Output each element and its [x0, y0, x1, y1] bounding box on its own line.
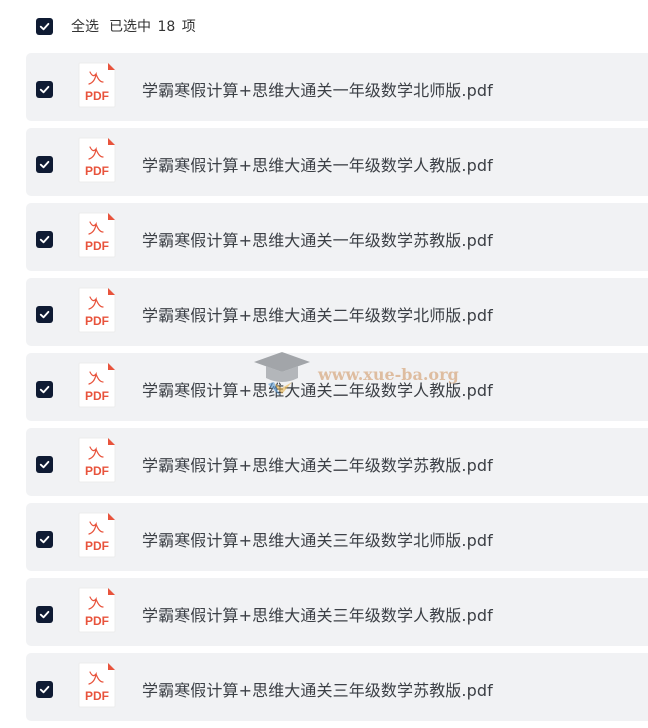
file-checkbox[interactable]	[36, 606, 53, 623]
pdf-icon-label: PDF	[85, 314, 109, 328]
checkmark-icon	[39, 85, 50, 94]
pdf-icon-label: PDF	[85, 614, 109, 628]
pdf-icon-label: PDF	[85, 89, 109, 103]
selection-header: 全选 已选中 18 项	[0, 0, 648, 50]
file-name: 学霸寒假计算+思维大通关二年级数学北师版.pdf	[142, 306, 493, 325]
pdf-icon-wrapper: PDF	[77, 362, 117, 408]
selected-prefix: 已选中	[109, 19, 151, 35]
file-checkbox[interactable]	[36, 381, 53, 398]
checkmark-icon	[39, 385, 50, 394]
pdf-icon-wrapper: PDF	[77, 587, 117, 633]
file-row[interactable]: PDF 学霸寒假计算+思维大通关一年级数学北师版.pdf	[26, 53, 648, 121]
checkmark-icon	[39, 22, 50, 31]
file-row[interactable]: PDF 学霸寒假计算+思维大通关三年级数学人教版.pdf	[26, 578, 648, 646]
pdf-file-icon: PDF	[78, 362, 116, 408]
selected-count: 18	[157, 19, 176, 35]
file-row[interactable]: PDF 学霸寒假计算+思维大通关二年级数学北师版.pdf	[26, 278, 648, 346]
file-checkbox[interactable]	[36, 231, 53, 248]
file-name: 学霸寒假计算+思维大通关一年级数学人教版.pdf	[142, 156, 493, 175]
file-row[interactable]: PDF 学霸寒假计算+思维大通关二年级数学人教版.pdf	[26, 353, 648, 421]
file-row[interactable]: PDF 学霸寒假计算+思维大通关一年级数学苏教版.pdf	[26, 203, 648, 271]
checkmark-icon	[39, 685, 50, 694]
pdf-icon-label: PDF	[85, 239, 109, 253]
pdf-file-icon: PDF	[78, 137, 116, 183]
pdf-file-icon: PDF	[78, 437, 116, 483]
checkmark-icon	[39, 535, 50, 544]
pdf-icon-wrapper: PDF	[77, 62, 117, 108]
pdf-icon-label: PDF	[85, 389, 109, 403]
selected-suffix: 项	[181, 19, 196, 35]
pdf-icon-wrapper: PDF	[77, 437, 117, 483]
file-name: 学霸寒假计算+思维大通关一年级数学苏教版.pdf	[142, 231, 493, 250]
pdf-file-icon: PDF	[78, 62, 116, 108]
pdf-icon-wrapper: PDF	[77, 662, 117, 708]
pdf-icon-label: PDF	[85, 689, 109, 703]
file-name: 学霸寒假计算+思维大通关二年级数学人教版.pdf	[142, 381, 493, 400]
file-row[interactable]: PDF 学霸寒假计算+思维大通关二年级数学苏教版.pdf	[26, 428, 648, 496]
checkmark-icon	[39, 310, 50, 319]
select-all-label[interactable]: 全选	[71, 16, 99, 36]
pdf-file-icon: PDF	[78, 587, 116, 633]
file-name: 学霸寒假计算+思维大通关二年级数学苏教版.pdf	[142, 456, 493, 475]
file-checkbox[interactable]	[36, 681, 53, 698]
checkmark-icon	[39, 460, 50, 469]
file-checkbox[interactable]	[36, 156, 53, 173]
file-name: 学霸寒假计算+思维大通关一年级数学北师版.pdf	[142, 81, 493, 100]
file-row[interactable]: PDF 学霸寒假计算+思维大通关三年级数学北师版.pdf	[26, 503, 648, 571]
pdf-icon-label: PDF	[85, 539, 109, 553]
pdf-icon-wrapper: PDF	[77, 287, 117, 333]
file-list: PDF 学霸寒假计算+思维大通关一年级数学北师版.pdf PDF 学霸寒假计算+…	[26, 53, 648, 728]
file-checkbox[interactable]	[36, 531, 53, 548]
file-name: 学霸寒假计算+思维大通关三年级数学苏教版.pdf	[142, 681, 493, 700]
checkmark-icon	[39, 610, 50, 619]
pdf-icon-wrapper: PDF	[77, 512, 117, 558]
file-checkbox[interactable]	[36, 456, 53, 473]
checkmark-icon	[39, 235, 50, 244]
file-checkbox[interactable]	[36, 306, 53, 323]
pdf-icon-wrapper: PDF	[77, 212, 117, 258]
pdf-file-icon: PDF	[78, 287, 116, 333]
selection-summary: 全选 已选中 18 项	[71, 16, 196, 36]
pdf-icon-label: PDF	[85, 164, 109, 178]
file-row[interactable]: PDF 学霸寒假计算+思维大通关一年级数学人教版.pdf	[26, 128, 648, 196]
file-name: 学霸寒假计算+思维大通关三年级数学人教版.pdf	[142, 606, 493, 625]
checkmark-icon	[39, 160, 50, 169]
file-name: 学霸寒假计算+思维大通关三年级数学北师版.pdf	[142, 531, 493, 550]
file-checkbox[interactable]	[36, 81, 53, 98]
select-all-checkbox[interactable]	[36, 18, 53, 35]
pdf-icon-wrapper: PDF	[77, 137, 117, 183]
pdf-file-icon: PDF	[78, 662, 116, 708]
pdf-file-icon: PDF	[78, 512, 116, 558]
pdf-icon-label: PDF	[85, 464, 109, 478]
pdf-file-icon: PDF	[78, 212, 116, 258]
